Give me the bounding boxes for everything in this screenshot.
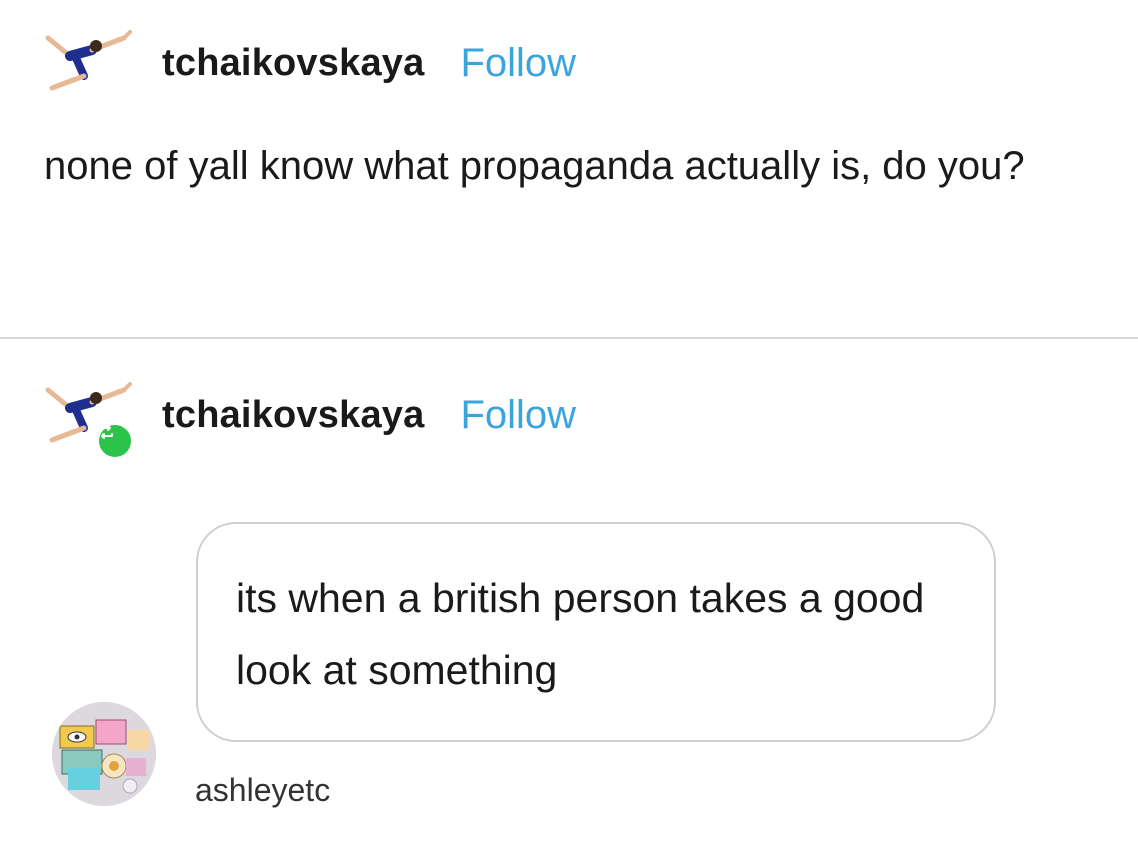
reblog-icon bbox=[99, 425, 131, 457]
username[interactable]: tchaikovskaya bbox=[162, 394, 424, 437]
answer-text: its when a british person takes a good l… bbox=[236, 575, 925, 693]
post-text: none of yall know what propaganda actual… bbox=[44, 144, 1025, 188]
follow-button[interactable]: Follow bbox=[460, 41, 576, 86]
reblog-header: tchaikovskaya Follow bbox=[40, 380, 576, 460]
gymnast-avatar-icon[interactable] bbox=[40, 380, 140, 460]
username[interactable]: tchaikovskaya bbox=[162, 42, 424, 85]
post-divider bbox=[0, 337, 1138, 339]
original-post-header: tchaikovskaya Follow bbox=[40, 28, 576, 98]
answer-bubble: its when a british person takes a good l… bbox=[196, 522, 996, 742]
follow-button[interactable]: Follow bbox=[460, 393, 576, 438]
collage-avatar-icon[interactable] bbox=[52, 702, 156, 806]
asker-username[interactable]: ashleyetc bbox=[195, 772, 330, 809]
reblog-badge bbox=[96, 422, 134, 460]
gymnast-avatar-icon[interactable] bbox=[40, 28, 140, 98]
